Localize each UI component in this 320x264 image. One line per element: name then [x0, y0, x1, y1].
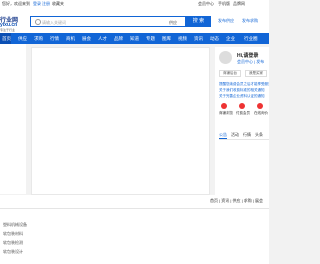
notice-item[interactable]: 关于完善企业资料认证的通知	[219, 93, 269, 99]
login-link[interactable]: 登录	[33, 1, 41, 7]
user-card: Hi,请登录 会员中心 | 发布 商铺后台 我是买家 提醒您续费会员之后才能享受…	[215, 47, 269, 195]
footer-category-item[interactable]: 软包装材料	[3, 229, 43, 238]
nav-item-dynamic[interactable]: 动态	[210, 36, 219, 42]
nav-item-supply[interactable]: 供应	[18, 36, 27, 42]
stat-icon	[239, 103, 245, 109]
favorite-link[interactable]: 收藏夹	[52, 1, 64, 7]
nav-item-home[interactable]: 首页	[2, 36, 11, 42]
tab-market[interactable]: 行情	[243, 132, 251, 138]
nav-item-circle[interactable]: 行业圈	[244, 36, 258, 42]
search-input[interactable]: 请输入关键词	[42, 20, 66, 26]
footer-links[interactable]: 首页 | 资讯 | 供应 | 求购 | 展会	[210, 198, 263, 204]
footer-category-item[interactable]: 软包装检测	[3, 238, 43, 247]
footer: 首页 | 资讯 | 供应 | 求购 | 展会 塑料机械设备 软包装材料 软包装检…	[0, 195, 269, 264]
stat-label[interactable]: 商铺浏览	[219, 111, 233, 116]
footer-category-list: 塑料机械设备 软包装材料 软包装检测 软包装设计	[3, 220, 43, 256]
search-type-select[interactable]: 供应	[169, 20, 177, 26]
nav-item-brand[interactable]: 品牌	[114, 36, 123, 42]
logo-line3: 专注于行业	[0, 28, 16, 32]
main-nav: 首页 供应 求购 行情 商机 展会 人才 品牌 知道 专题 图库 视频 资讯 动…	[0, 33, 269, 44]
stat-label[interactable]: 付费会员	[236, 111, 250, 116]
header: 行业网 yixu.cn 专注于行业 请输入关键词 供应 搜 索 发布供应 发布求…	[0, 9, 269, 33]
stat-label[interactable]: 在线询价	[254, 111, 268, 116]
nav-item-news[interactable]: 资讯	[194, 36, 203, 42]
nav-item-business[interactable]: 商机	[66, 36, 75, 42]
notice-list: 提醒您续费会员之后才能享受服务 关于我们收费标准的相关通知 关于完善企业资料认证…	[219, 81, 269, 99]
buyer-button[interactable]: 我是买家	[245, 70, 267, 77]
tab-headline[interactable]: 头条	[255, 132, 263, 138]
stats-row: 商铺浏览 付费会员 在线询价	[219, 103, 269, 121]
nav-item-company[interactable]: 企业	[226, 36, 235, 42]
nav-item-buy[interactable]: 求购	[34, 36, 43, 42]
publish-supply-link[interactable]: 发布供应	[218, 18, 234, 24]
nav-item-know[interactable]: 知道	[130, 36, 139, 42]
main-banner-area	[31, 47, 210, 195]
brand-link[interactable]: 品牌网	[233, 1, 245, 7]
stat-icon	[221, 103, 227, 109]
tab-activity[interactable]: 活动	[231, 132, 239, 138]
nav-item-gallery[interactable]: 图库	[162, 36, 171, 42]
welcome-text: 您好，欢迎来到	[2, 1, 30, 6]
user-buttons: 商铺后台 我是买家	[219, 70, 269, 77]
mobile-link[interactable]: 手机版	[218, 1, 230, 7]
user-links[interactable]: 会员中心 | 发布	[237, 59, 264, 65]
register-link[interactable]: 注册	[42, 1, 50, 7]
shop-admin-button[interactable]: 商铺后台	[219, 70, 241, 77]
user-greeting[interactable]: Hi,请登录	[237, 52, 258, 59]
nav-item-market[interactable]: 行情	[50, 36, 59, 42]
search-button[interactable]: 搜 索	[186, 16, 211, 27]
member-center-link[interactable]: 会员中心	[198, 1, 214, 7]
search-icon	[35, 19, 41, 25]
search-box[interactable]: 请输入关键词 供应	[30, 16, 186, 27]
nav-item-expo[interactable]: 展会	[82, 36, 91, 42]
publish-buy-link[interactable]: 发布求购	[242, 18, 258, 24]
footer-category-item[interactable]: 软包装设计	[3, 247, 43, 256]
nav-item-topic[interactable]: 专题	[146, 36, 155, 42]
stat-icon	[257, 103, 263, 109]
card-tabs: 公告 活动 行情 头条	[219, 132, 269, 140]
footer-divider	[0, 208, 269, 209]
left-column	[0, 44, 26, 194]
tab-underline	[219, 138, 227, 139]
top-bar: 您好，欢迎来到 登录 注册 收藏夹 会员中心 手机版 品牌网	[0, 0, 269, 9]
avatar[interactable]	[219, 51, 232, 64]
nav-item-video[interactable]: 视频	[178, 36, 187, 42]
site-logo[interactable]: 行业网 yixu.cn 专注于行业	[0, 13, 26, 32]
footer-category-item[interactable]: 塑料机械设备	[3, 220, 43, 229]
nav-item-talent[interactable]: 人才	[98, 36, 107, 42]
publish-links: 发布供应 发布求购	[218, 18, 269, 26]
